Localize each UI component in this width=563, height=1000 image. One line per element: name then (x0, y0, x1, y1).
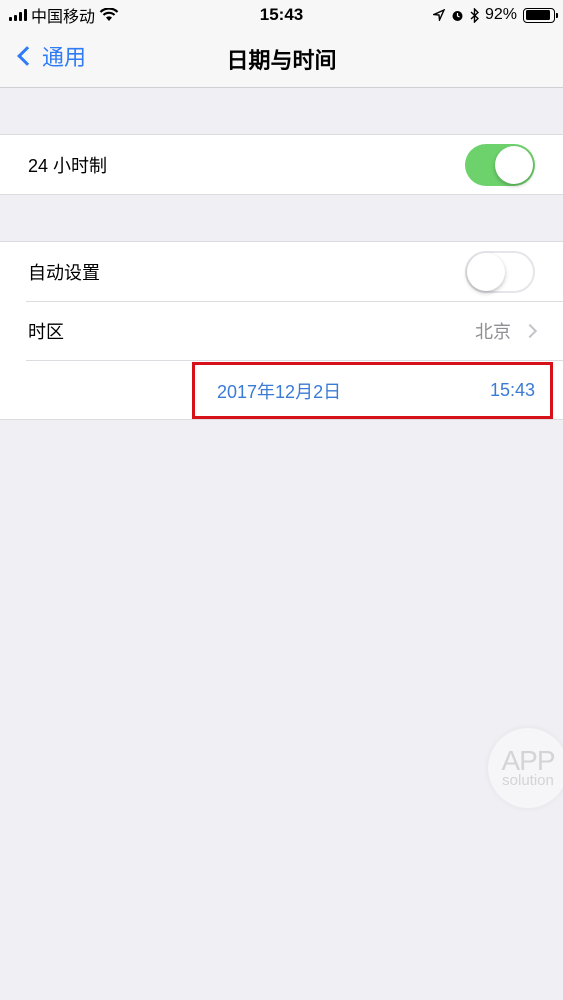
datetime-highlight-box[interactable]: 2017年12月2日 15:43 (192, 362, 553, 419)
timezone-value: 北京 (475, 321, 511, 342)
label-auto-set: 自动设置 (28, 262, 100, 283)
status-right: 92% (432, 6, 558, 24)
label-24-hour: 24 小时制 (28, 155, 108, 176)
navigation-bar: 通用 日期与时间 (0, 30, 563, 88)
time-value[interactable]: 15:43 (490, 380, 535, 401)
bluetooth-icon (470, 7, 479, 23)
chevron-right-icon (522, 323, 538, 338)
row-auto-set: 自动设置 (0, 242, 563, 301)
timezone-value-wrap: 北京 (475, 318, 538, 344)
row-datetime[interactable]: 2017年12月2日 15:43 (0, 360, 563, 419)
watermark-bottom: solution (502, 772, 554, 789)
battery-percent: 92% (484, 6, 517, 23)
toggle-auto-set[interactable] (465, 250, 535, 293)
watermark-logo: APP solution (488, 728, 563, 808)
status-bar: 中国移动 15:43 92% (0, 0, 563, 30)
page-title: 日期与时间 (226, 48, 337, 73)
alarm-icon (452, 10, 463, 21)
wifi-icon (99, 8, 119, 21)
location-icon (432, 9, 445, 21)
date-value[interactable]: 2017年12月2日 (217, 378, 341, 404)
status-left: 中国移动 (9, 3, 119, 27)
group-date-time: 自动设置 时区 北京 2017年12月2日 15:43 (0, 241, 563, 420)
group-24-hour: 24 小时制 (0, 134, 563, 195)
row-24-hour: 24 小时制 (0, 135, 563, 194)
watermark-top: APP (501, 745, 555, 776)
row-timezone[interactable]: 时区 北京 (0, 301, 563, 360)
toggle-knob (495, 145, 533, 184)
carrier-name: 中国移动 (31, 9, 96, 26)
label-timezone: 时区 (28, 321, 64, 342)
signal-icon (9, 9, 27, 21)
battery-icon (523, 7, 558, 23)
toggle-24-hour[interactable] (465, 143, 535, 186)
toggle-knob (467, 252, 505, 291)
